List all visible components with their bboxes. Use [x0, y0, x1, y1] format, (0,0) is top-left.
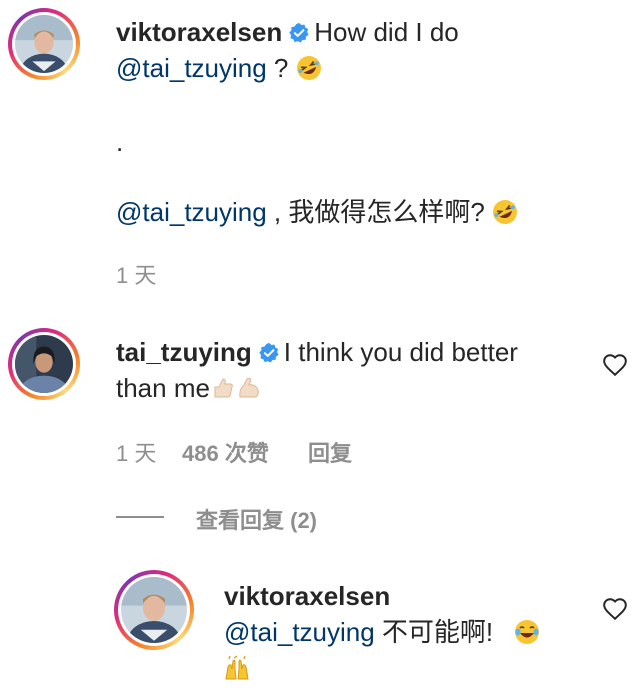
reply-body: viktoraxelsen @tai_tzuying 不可能啊!: [224, 578, 584, 686]
avatar-image: [121, 577, 187, 643]
mention-link[interactable]: @tai_tzuying: [116, 197, 267, 227]
comment-text: than me: [116, 373, 210, 403]
comment-dot: .: [116, 127, 124, 157]
avatar-image: [15, 335, 73, 393]
avatar-viktoraxelsen-reply[interactable]: [114, 570, 194, 650]
thumbs-up-icon: [214, 378, 233, 398]
like-heart-icon[interactable]: [602, 352, 628, 378]
comment-timestamp: 1 天: [116, 441, 157, 466]
raising-hands-emoji-icon: [225, 655, 249, 680]
mention-link[interactable]: @tai_tzuying: [224, 617, 375, 647]
comment-text: How did I do: [314, 17, 459, 47]
comment-1-body: viktoraxelsen How did I do @tai_tzuying ?: [116, 14, 616, 86]
flexed-biceps-icon: [239, 377, 259, 398]
avatar-viktoraxelsen[interactable]: [8, 8, 80, 80]
comment-username[interactable]: tai_tzuying: [116, 337, 252, 367]
comment-text: I think you did better: [283, 337, 518, 367]
reply-button[interactable]: 回复: [308, 436, 352, 468]
comment-text: ?: [266, 53, 289, 83]
tears-of-joy-emoji-icon: [515, 620, 540, 644]
mention-link[interactable]: @tai_tzuying: [116, 53, 267, 83]
comment-1-translation: @tai_tzuying , 我做得怎么样啊?: [116, 194, 616, 230]
like-count[interactable]: 486 次赞: [182, 436, 269, 468]
comment-2-body: tai_tzuying I think you did better than m…: [116, 334, 586, 406]
replies-divider: [116, 516, 164, 518]
comment-username[interactable]: viktoraxelsen: [224, 581, 390, 611]
avatar-image: [15, 15, 73, 73]
comment-text: 不可能啊!: [374, 617, 494, 647]
comment-text: , 我做得怎么样啊?: [266, 197, 485, 227]
verified-badge-icon: [289, 22, 309, 43]
comment-timestamp: 1 天: [116, 263, 157, 288]
like-heart-icon[interactable]: [602, 596, 628, 622]
verified-badge-icon: [259, 342, 279, 363]
rofl-emoji-icon: [296, 56, 321, 80]
avatar-tai-tzuying[interactable]: [8, 328, 80, 400]
comment-username[interactable]: viktoraxelsen: [116, 17, 282, 47]
view-replies-button[interactable]: 查看回复 (2): [196, 503, 317, 535]
rofl-emoji-icon: [493, 200, 518, 224]
